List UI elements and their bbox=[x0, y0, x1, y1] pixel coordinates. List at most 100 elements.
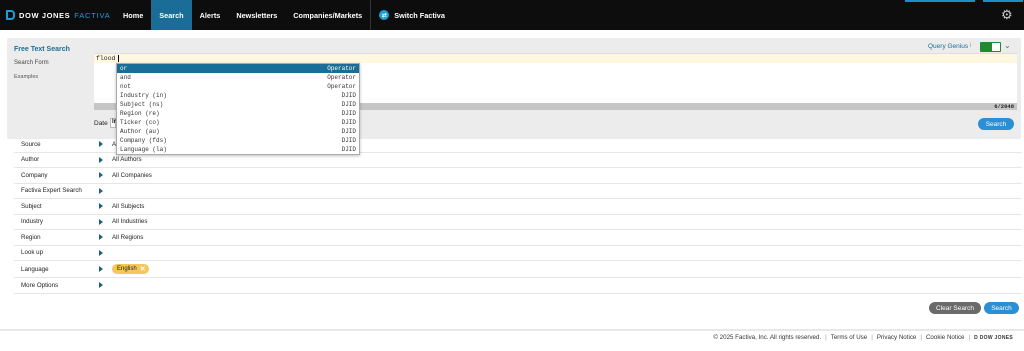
search-mode-nav: Free Text Search Search Form Examples bbox=[7, 43, 89, 83]
autocomplete-item[interactable]: Subject (ns) DJID bbox=[117, 100, 359, 109]
item-type: DJID bbox=[341, 128, 356, 135]
filter-label: More Options bbox=[21, 281, 59, 289]
autocomplete-item[interactable]: or Operator bbox=[117, 64, 359, 73]
expand-arrow-icon[interactable] bbox=[99, 249, 103, 256]
filter-label: Industry bbox=[21, 218, 44, 226]
nav-alerts[interactable]: Alerts bbox=[192, 0, 229, 30]
top-navigation-bar: DOW JONES FACTIVA Home Search Alerts New… bbox=[0, 0, 1024, 30]
item-name: Region (re) bbox=[120, 110, 160, 117]
item-type: DJID bbox=[341, 110, 356, 117]
filter-label: Look up bbox=[21, 249, 44, 257]
cookie-notice-link[interactable]: Cookie Notice bbox=[926, 334, 965, 341]
item-name: Subject (ns) bbox=[120, 101, 164, 108]
copyright-text: © 2025 Factiva, Inc. All rights reserved… bbox=[713, 334, 822, 341]
free-text-search-link[interactable]: Free Text Search bbox=[7, 43, 89, 56]
terms-of-use-link[interactable]: Terms of Use bbox=[831, 334, 867, 341]
dow-jones-factiva-logo[interactable]: DOW JONES FACTIVA bbox=[6, 10, 111, 20]
item-type: DJID bbox=[341, 92, 356, 99]
autocomplete-item[interactable]: Industry (in) DJID bbox=[117, 91, 359, 100]
query-genius-toggle[interactable] bbox=[980, 42, 1001, 52]
gear-icon[interactable]: ⚙ bbox=[1001, 8, 1014, 21]
filter-label: Source bbox=[21, 140, 41, 148]
filter-row-region[interactable]: Region All Regions bbox=[14, 230, 1022, 246]
item-name: Industry (in) bbox=[120, 92, 167, 99]
query-line[interactable]: flood bbox=[94, 54, 1017, 63]
filter-value: All Regions bbox=[112, 233, 144, 241]
item-name: Author (au) bbox=[120, 128, 160, 135]
filter-label: Factiva Expert Search bbox=[21, 187, 82, 195]
expand-arrow-icon[interactable] bbox=[99, 282, 103, 289]
autocomplete-item[interactable]: not Operator bbox=[117, 82, 359, 91]
item-name: not bbox=[120, 83, 131, 90]
item-type: DJID bbox=[341, 101, 356, 108]
expand-arrow-icon[interactable] bbox=[99, 218, 103, 225]
remove-chip-icon[interactable]: ✕ bbox=[140, 265, 146, 273]
language-chip[interactable]: English ✕ bbox=[112, 264, 149, 274]
autocomplete-item[interactable]: Region (re) DJID bbox=[117, 109, 359, 118]
filter-row-company[interactable]: Company All Companies bbox=[14, 168, 1022, 184]
expand-arrow-icon[interactable] bbox=[99, 172, 103, 179]
footer-divider bbox=[0, 329, 1024, 331]
switch-factiva-link[interactable]: ⇄ Switch Factiva bbox=[371, 0, 453, 30]
search-form-link[interactable]: Search Form bbox=[7, 56, 89, 69]
expand-arrow-icon[interactable] bbox=[99, 234, 103, 241]
search-button[interactable]: Search bbox=[984, 302, 1019, 314]
nav-newsletters[interactable]: Newsletters bbox=[228, 0, 285, 30]
panel-search-button[interactable]: Search bbox=[978, 118, 1014, 130]
filter-row-industry[interactable]: Industry All Industries bbox=[14, 215, 1022, 230]
switch-icon: ⇄ bbox=[379, 10, 390, 20]
footer-separator: | bbox=[920, 334, 922, 341]
query-text: flood bbox=[96, 55, 116, 62]
footer-logo-text: DOW JONES bbox=[979, 334, 1013, 341]
expand-arrow-icon[interactable] bbox=[99, 187, 103, 194]
autocomplete-item[interactable]: and Operator bbox=[117, 73, 359, 82]
filter-row-more-options[interactable]: More Options bbox=[14, 278, 1022, 294]
filter-label: Company bbox=[21, 171, 48, 179]
autocomplete-item[interactable]: Language (la) DJID bbox=[117, 145, 359, 154]
filter-value: All Companies bbox=[112, 171, 152, 179]
filter-value: All Industries bbox=[112, 218, 148, 226]
filter-label: Region bbox=[21, 233, 41, 241]
autocomplete-item[interactable]: Company (fds) DJID bbox=[117, 136, 359, 145]
expand-arrow-icon[interactable] bbox=[99, 156, 103, 163]
footer-separator: | bbox=[968, 334, 971, 341]
footer-separator: | bbox=[825, 334, 827, 341]
filter-value: All Authors bbox=[112, 156, 142, 164]
expand-arrow-icon[interactable] bbox=[99, 203, 103, 210]
item-name: Language (la) bbox=[120, 146, 167, 153]
filter-value: All Subjects bbox=[112, 202, 145, 210]
item-type: DJID bbox=[341, 137, 356, 144]
examples-link[interactable]: Examples bbox=[7, 70, 89, 83]
query-genius-label[interactable]: Query Genius bbox=[928, 43, 968, 50]
toggle-knob bbox=[992, 43, 1000, 51]
nav-companies-markets[interactable]: Companies/Markets bbox=[285, 0, 370, 30]
date-label: Date bbox=[94, 120, 108, 127]
item-name: Ticker (co) bbox=[120, 119, 160, 126]
expand-arrow-icon[interactable] bbox=[99, 266, 103, 272]
filter-row-expert-search[interactable]: Factiva Expert Search bbox=[14, 184, 1022, 199]
item-name: and bbox=[120, 74, 131, 81]
dow-jones-footer-logo: D DOW JONES bbox=[974, 335, 1013, 341]
item-type: Operator bbox=[327, 83, 356, 90]
nav-search[interactable]: Search bbox=[151, 0, 192, 30]
chevron-down-icon[interactable]: ⌄ bbox=[1004, 41, 1011, 50]
autocomplete-item[interactable]: Author (au) DJID bbox=[117, 127, 359, 136]
autocomplete-dropdown: or Operator and Operator not Operator Indus… bbox=[116, 63, 360, 155]
privacy-notice-link[interactable]: Privacy Notice bbox=[877, 334, 917, 341]
filter-label: Author bbox=[21, 156, 40, 164]
autocomplete-item[interactable]: Ticker (co) DJID bbox=[117, 118, 359, 127]
filter-row-language[interactable]: Language English ✕ bbox=[14, 261, 1022, 278]
expand-arrow-icon[interactable] bbox=[99, 141, 103, 148]
clear-search-button[interactable]: Clear Search bbox=[929, 302, 981, 314]
filter-row-look-up[interactable]: Look up bbox=[14, 246, 1022, 261]
item-name: or bbox=[120, 65, 128, 72]
nav-home[interactable]: Home bbox=[115, 0, 151, 30]
item-type: DJID bbox=[341, 119, 356, 126]
top-accent-line bbox=[983, 0, 1023, 2]
switch-factiva-label: Switch Factiva bbox=[394, 10, 445, 20]
query-genius-info-icon[interactable]: i bbox=[970, 43, 971, 49]
footer-logo-letter: D bbox=[974, 334, 979, 341]
language-chip-label: English bbox=[117, 266, 137, 272]
filter-row-subject[interactable]: Subject All Subjects bbox=[14, 199, 1022, 215]
filter-label: Language bbox=[21, 265, 49, 273]
